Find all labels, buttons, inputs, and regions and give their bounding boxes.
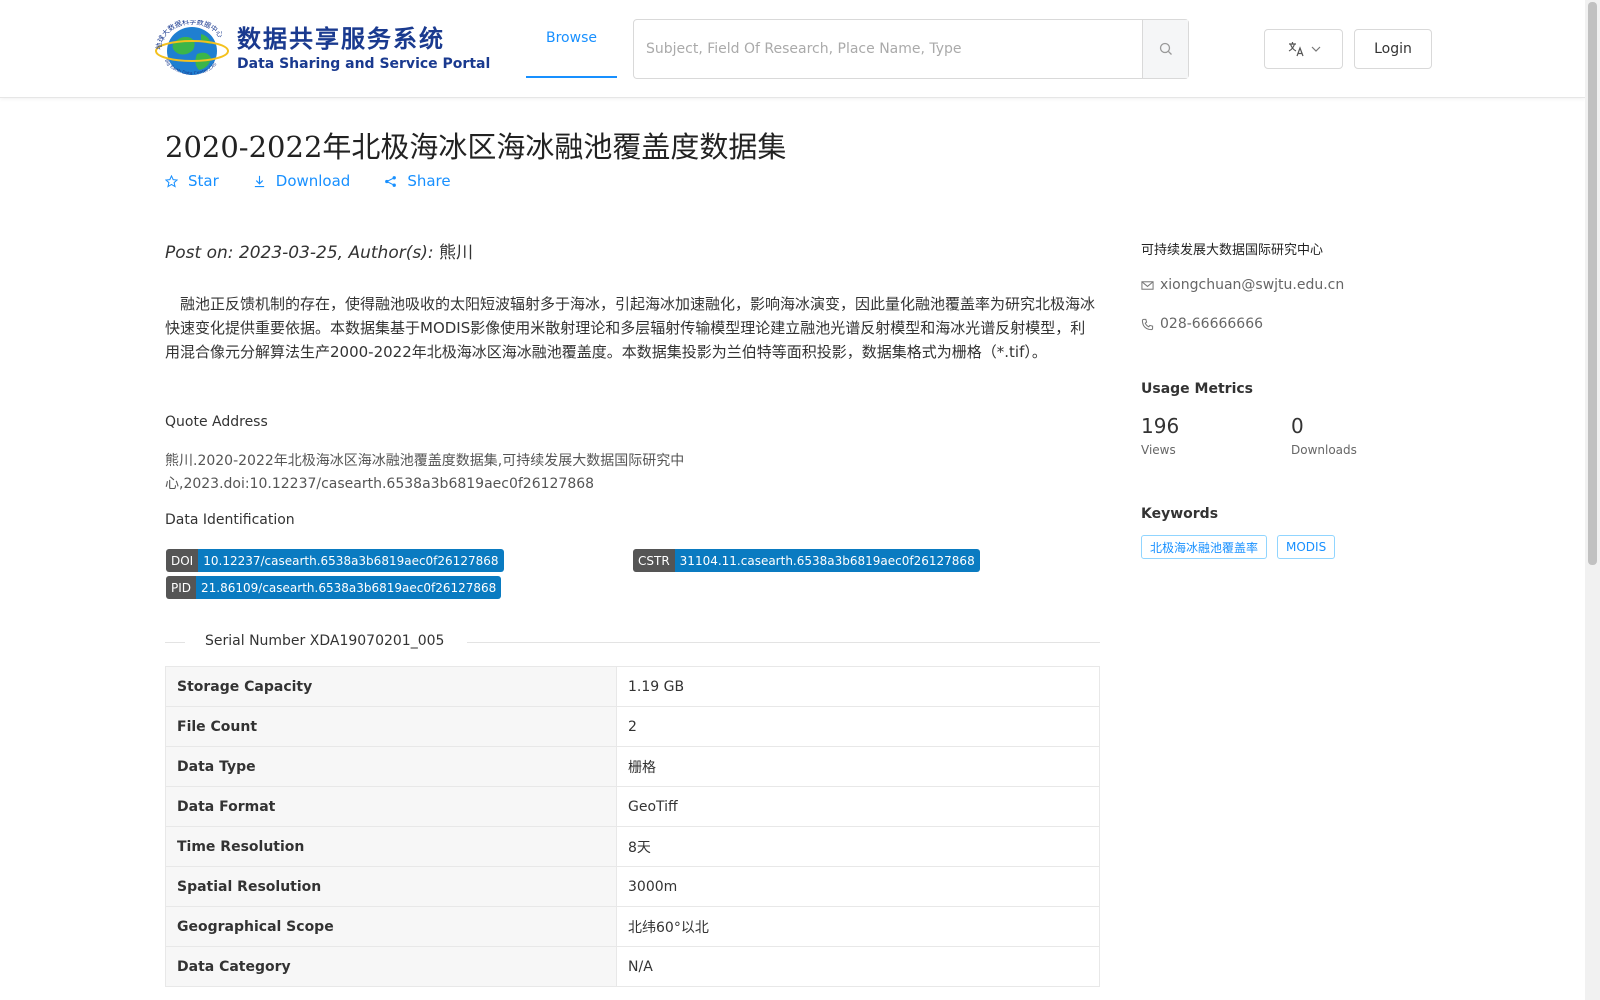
contact-email-text[interactable]: xiongchuan@swjtu.edu.cn (1160, 277, 1344, 293)
metadata-value: 2 (616, 706, 1100, 747)
table-row: Spatial Resolution 3000m (165, 866, 1100, 907)
metadata-key: Data Category (165, 946, 617, 987)
metadata-value: 北纬60°以北 (616, 906, 1100, 947)
cstr-badge-value: 31104.11.casearth.6538a3b6819aec0f261278… (674, 549, 980, 572)
author-link[interactable]: 熊川 (439, 243, 473, 263)
post-date-prefix: Post on: 2023-03-25, Author(s): (165, 243, 439, 263)
contact-phone-text: 028-66666666 (1160, 316, 1264, 332)
usage-metrics-title: Usage Metrics (1141, 381, 1253, 397)
pid-badge[interactable]: PID 21.86109/casearth.6538a3b6819aec0f26… (166, 576, 502, 599)
star-button[interactable]: Star (165, 172, 219, 190)
divider-line-left (165, 642, 185, 643)
metadata-key: Storage Capacity (165, 666, 617, 707)
cstr-badge-key: CSTR (633, 549, 675, 572)
views-label: Views (1141, 443, 1176, 457)
serial-number: Serial Number XDA19070201_005 (205, 633, 445, 649)
table-row: Storage Capacity 1.19 GB (165, 666, 1100, 707)
metadata-key: Geographical Scope (165, 906, 617, 947)
metadata-value: N/A (616, 946, 1100, 987)
table-row: Time Resolution 8天 (165, 826, 1100, 867)
metadata-key: Time Resolution (165, 826, 617, 867)
site-logo[interactable]: 地球大数据科学数据中心 Big Earth Data Center,CAS 数据… (153, 17, 491, 78)
metadata-key: Spatial Resolution (165, 866, 617, 907)
downloads-label: Downloads (1291, 443, 1357, 457)
pid-badge-value: 21.86109/casearth.6538a3b6819aec0f261278… (196, 576, 502, 599)
metadata-table: Storage Capacity 1.19 GB File Count 2 Data T… (165, 666, 1100, 987)
dataset-title: 2020-2022年北极海冰区海冰融池覆盖度数据集 (165, 130, 787, 164)
divider-line-right (467, 642, 1100, 643)
share-label: Share (407, 172, 451, 190)
translate-icon (1288, 42, 1304, 57)
contact-email: xiongchuan@swjtu.edu.cn (1141, 277, 1344, 293)
search-bar (633, 19, 1189, 79)
metadata-value: 8天 (616, 826, 1100, 867)
star-label: Star (188, 172, 219, 190)
doi-badge-value: 10.12237/casearth.6538a3b6819aec0f261278… (198, 549, 504, 572)
metadata-value: GeoTiff (616, 786, 1100, 827)
mail-icon (1141, 280, 1154, 290)
dataset-description: 融池正反馈机制的存在，使得融池吸收的太阳短波辐射多于海冰，引起海冰加速融化，影响… (165, 295, 1096, 361)
share-icon (385, 175, 397, 187)
data-identification-label: Data Identification (165, 512, 295, 528)
doi-badge-key: DOI (166, 549, 199, 572)
table-row: Data Format GeoTiff (165, 786, 1100, 827)
phone-icon (1141, 318, 1154, 330)
top-header: 地球大数据科学数据中心 Big Earth Data Center,CAS 数据… (0, 0, 1585, 98)
contact-phone: 028-66666666 (1141, 316, 1263, 332)
metadata-key: Data Format (165, 786, 617, 827)
scrollbar-thumb[interactable] (1588, 2, 1597, 565)
download-label: Download (275, 172, 351, 190)
table-row: File Count 2 (165, 706, 1100, 747)
search-button[interactable] (1142, 20, 1188, 78)
table-row: Geographical Scope 北纬60°以北 (165, 906, 1100, 947)
metadata-value: 栅格 (616, 746, 1100, 787)
keyword-tag[interactable]: MODIS (1277, 535, 1336, 559)
table-row: Data Category N/A (165, 946, 1100, 987)
metadata-key: File Count (165, 706, 617, 747)
metadata-value: 3000m (616, 866, 1100, 907)
keyword-tag[interactable]: 北极海冰融池覆盖率 (1141, 535, 1268, 559)
globe-logo-icon: 地球大数据科学数据中心 Big Earth Data Center,CAS (153, 17, 231, 78)
keywords-title: Keywords (1141, 506, 1219, 522)
metadata-key: Data Type (165, 746, 617, 787)
downloads-count: 0 (1291, 414, 1304, 438)
organization-name[interactable]: 可持续发展大数据国际研究中心 (1141, 239, 1323, 258)
quote-address-label: Quote Address (165, 414, 268, 430)
search-input[interactable] (634, 20, 1142, 78)
views-count: 196 (1141, 414, 1180, 438)
dataset-actions: Star Download Share (165, 172, 451, 190)
login-button[interactable]: Login (1354, 29, 1432, 69)
doi-badge[interactable]: DOI 10.12237/casearth.6538a3b6819aec0f26… (166, 549, 504, 572)
star-icon (165, 174, 178, 188)
download-button[interactable]: Download (253, 172, 351, 190)
serial-number-divider: Serial Number XDA19070201_005 (165, 632, 1100, 652)
logo-title-en: Data Sharing and Service Portal (237, 56, 491, 72)
table-row: Data Type 栅格 (165, 746, 1100, 787)
logo-title-cn: 数据共享服务系统 (237, 24, 445, 53)
share-button[interactable]: Share (384, 172, 451, 190)
pid-badge-key: PID (166, 576, 197, 599)
search-icon (1159, 42, 1172, 55)
cstr-badge[interactable]: CSTR 31104.11.casearth.6538a3b6819aec0f2… (633, 549, 980, 572)
post-info: Post on: 2023-03-25, Author(s): 熊川 (165, 238, 473, 263)
metadata-value: 1.19 GB (616, 666, 1100, 707)
quote-address-text: 熊川.2020-2022年北极海冰区海冰融池覆盖度数据集,可持续发展大数据国际研… (165, 453, 685, 492)
page-scrollbar[interactable] (1585, 0, 1600, 1000)
nav-browse[interactable]: Browse (526, 0, 617, 78)
download-icon (254, 175, 264, 187)
chevron-down-icon (1311, 46, 1320, 52)
language-switch-button[interactable] (1264, 29, 1343, 69)
